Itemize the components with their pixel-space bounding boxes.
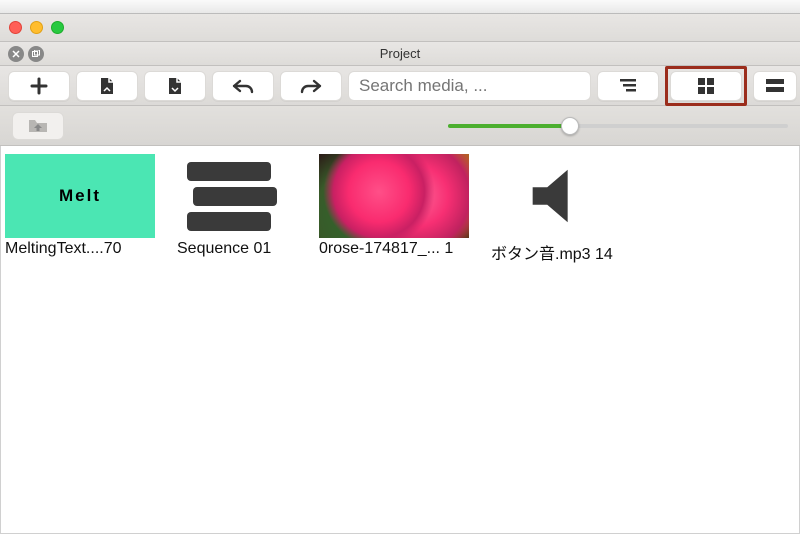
view-list-button[interactable]: [753, 71, 797, 101]
directory-up-button[interactable]: [12, 112, 64, 140]
undo-button[interactable]: [212, 71, 274, 101]
add-button[interactable]: [8, 71, 70, 101]
window-maximize-button[interactable]: [51, 21, 64, 34]
window-close-button[interactable]: [9, 21, 22, 34]
media-item[interactable]: Sequence 01: [177, 154, 297, 258]
thumbnail-title: Melt: [5, 154, 155, 238]
panel-popout-icon[interactable]: [28, 46, 44, 62]
media-caption: Sequence 01: [177, 240, 297, 258]
window-minimize-button[interactable]: [30, 21, 43, 34]
view-tree-button[interactable]: [597, 71, 659, 101]
media-item[interactable]: Melt MeltingText....70: [5, 154, 155, 258]
highlighted-view-icon-button: [665, 66, 747, 106]
panel-close-icon[interactable]: [8, 46, 24, 62]
open-button[interactable]: [76, 71, 138, 101]
sub-toolbar: [0, 106, 800, 146]
media-caption: MeltingText....70: [5, 240, 155, 258]
panel-title: Project: [48, 46, 752, 61]
thumbnail-audio-icon: [491, 154, 621, 238]
window-titlebar: [0, 14, 800, 42]
panel-header: Project: [0, 42, 800, 66]
media-caption: ボタン音.mp3 14: [491, 240, 621, 264]
thumbnail-sequence-icon: [177, 154, 297, 238]
menu-bar[interactable]: [0, 0, 800, 14]
media-item[interactable]: 0rose-174817_... 1: [319, 154, 469, 258]
search-input[interactable]: [348, 71, 591, 101]
thumbnail-image: [319, 154, 469, 238]
toolbar: [0, 66, 800, 106]
media-browser[interactable]: Melt MeltingText....70 Sequence 01 0rose…: [0, 146, 800, 534]
media-caption: 0rose-174817_... 1: [319, 240, 469, 258]
view-icon-button[interactable]: [670, 71, 742, 101]
redo-button[interactable]: [280, 71, 342, 101]
save-button[interactable]: [144, 71, 206, 101]
media-item[interactable]: ボタン音.mp3 14: [491, 154, 621, 264]
zoom-slider[interactable]: [448, 116, 788, 136]
